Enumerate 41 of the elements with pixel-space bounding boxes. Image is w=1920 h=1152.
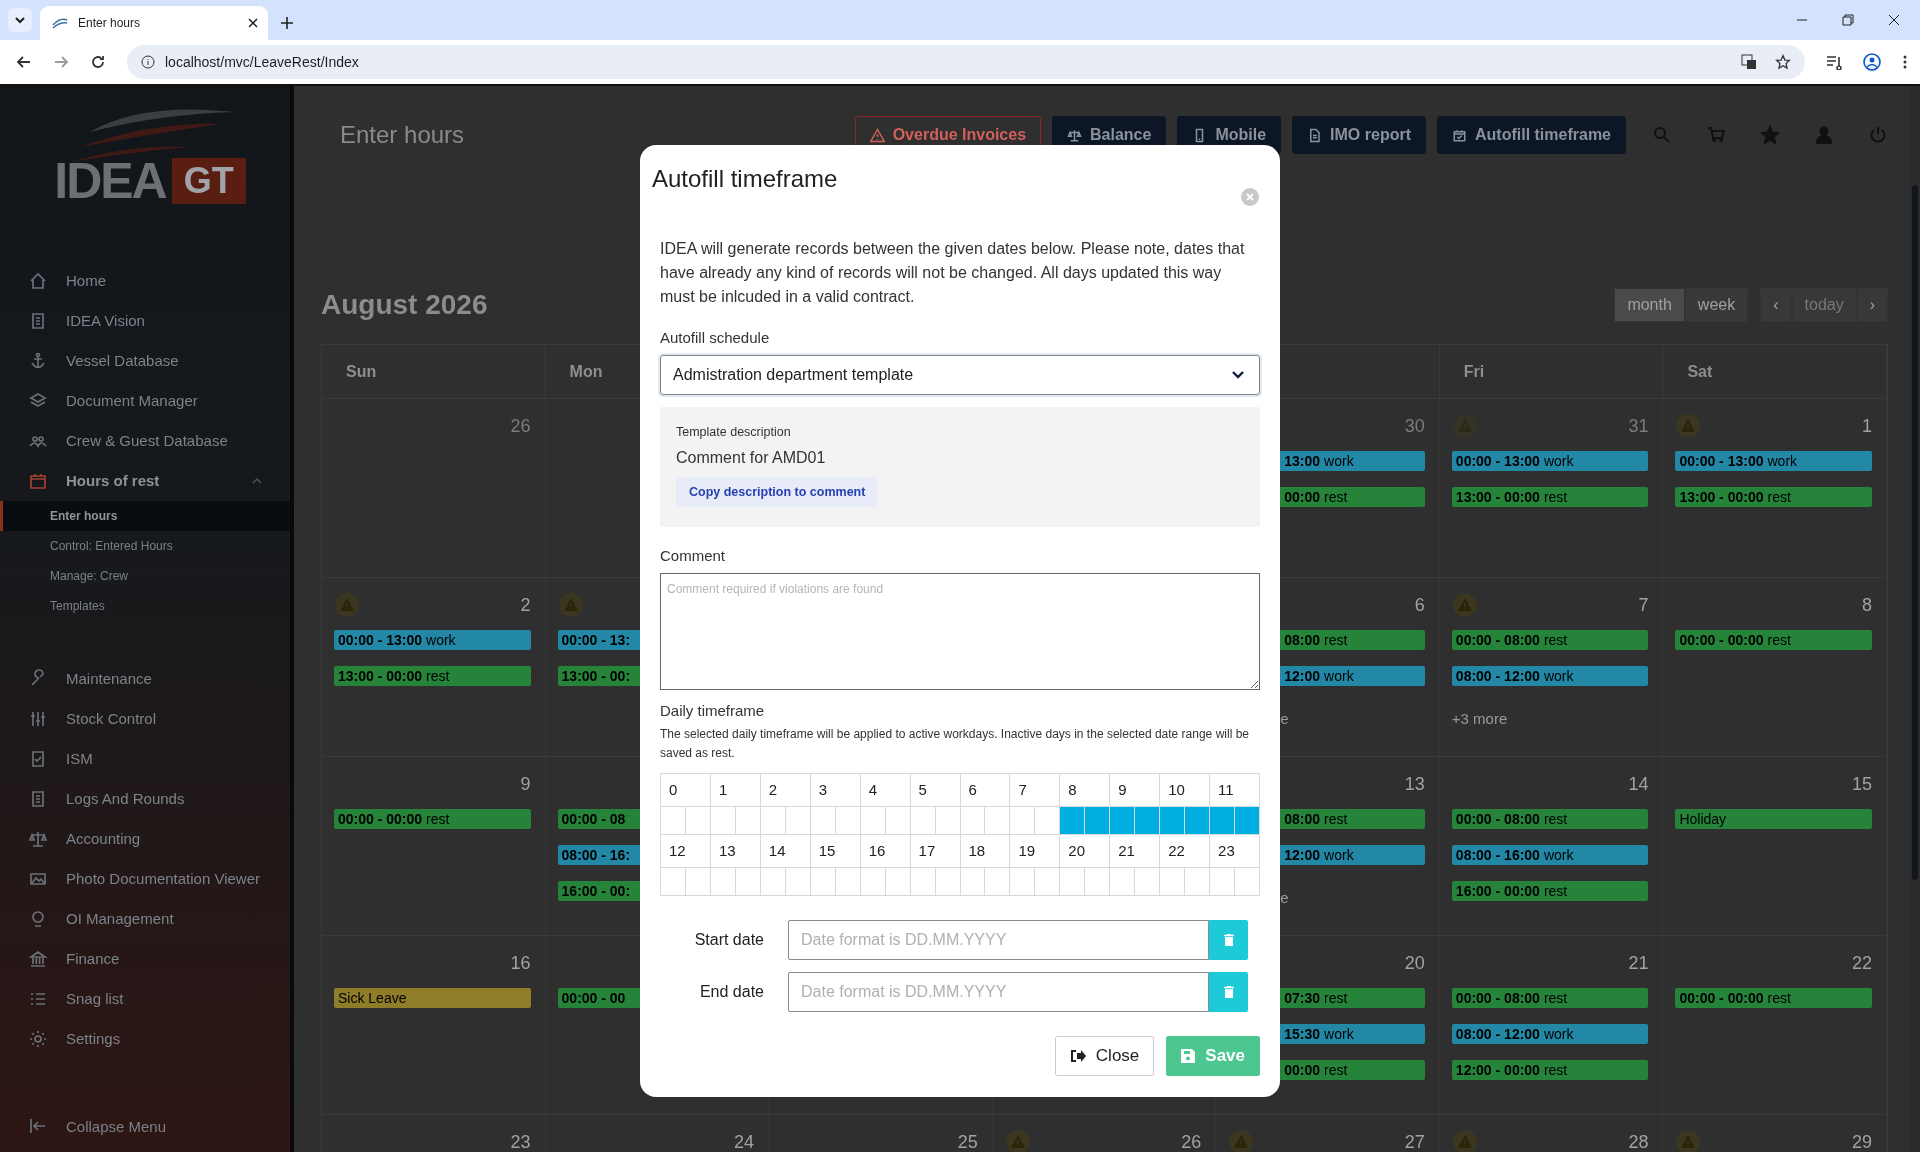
day-number: 24	[734, 1131, 755, 1152]
month-title: August 2026	[321, 289, 488, 321]
logo-text: IDEA	[54, 152, 166, 210]
day-number: 30	[1404, 415, 1425, 437]
day-number: 27	[1404, 1131, 1425, 1152]
field-label: Daily timeframe	[660, 702, 766, 719]
field-label: End date	[698, 983, 764, 1001]
day-number: 28	[1628, 1131, 1649, 1152]
day-number: 22	[1851, 952, 1872, 974]
day-number: 15	[1851, 773, 1872, 795]
day-number: 2	[520, 594, 531, 616]
page-title: Enter hours	[340, 121, 465, 149]
day-number: 20	[1404, 952, 1425, 974]
day-number: 6	[1414, 594, 1425, 616]
weekday-header: Fri	[1463, 362, 1485, 381]
day-number: 16	[510, 952, 531, 974]
template-label: Template description	[676, 425, 791, 439]
day-number: 26	[1181, 1131, 1202, 1152]
help-text: The selected daily timeframe will be applied to active workdays. Inactive days in the selected date range will be saved as rest.	[660, 726, 1250, 762]
day-number: 9	[520, 773, 531, 795]
day-number: 26	[510, 415, 531, 437]
day-number: 14	[1628, 773, 1649, 795]
day-number: 21	[1628, 952, 1649, 974]
dialog-title: Autofill timeframe	[652, 165, 838, 194]
day-number: 29	[1851, 1131, 1872, 1152]
day-number: 1	[1861, 415, 1872, 437]
template-text: Comment for AMD01	[676, 449, 826, 467]
day-number: 8	[1861, 594, 1872, 616]
day-number: 13	[1404, 773, 1425, 795]
field-label: Comment	[660, 547, 727, 564]
field-label: Autofill schedule	[660, 329, 771, 346]
weekday-header: Sun	[346, 362, 377, 381]
weekday-header: Sat	[1687, 362, 1713, 381]
day-number: 31	[1628, 415, 1649, 437]
day-number: 25	[957, 1131, 978, 1152]
weekday-header: Mon	[569, 362, 603, 381]
intro-text: IDEA will generate records between the given dates below. Please note, dates that have already any kind of records will not be changed. All days updated this way must be inlcuded in a valid contract.	[660, 239, 1246, 307]
day-number: 7	[1638, 594, 1649, 616]
day-number: 23	[510, 1131, 531, 1152]
field-label: Start date	[693, 931, 764, 949]
logo-badge: GT	[171, 158, 246, 204]
